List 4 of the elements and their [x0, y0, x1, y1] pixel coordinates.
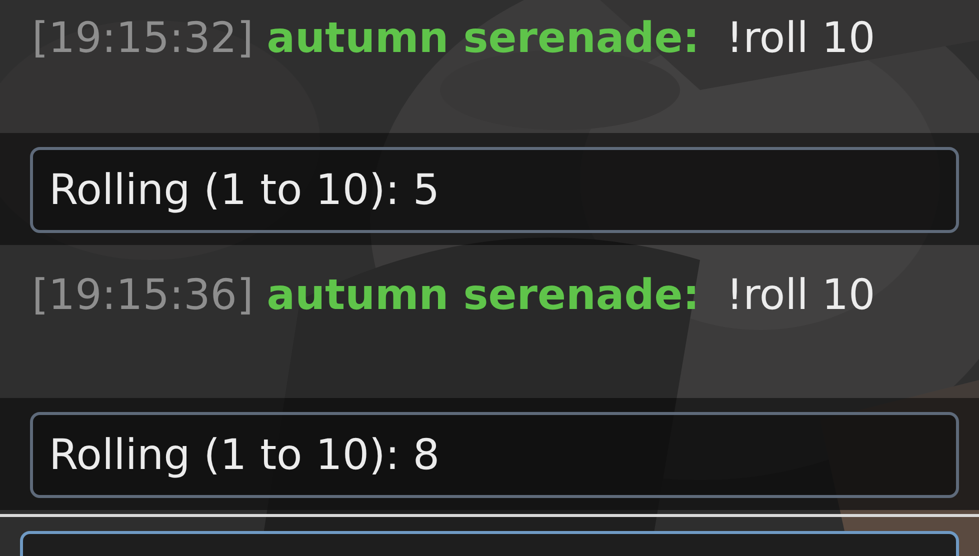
chat-message: [19:15:32] autumn serenade: !roll 10	[32, 12, 876, 64]
bot-reply: Rolling (1 to 10): 5	[30, 147, 959, 233]
chat-message: [19:15:36] autumn serenade: !roll 10	[32, 269, 876, 321]
bot-reply: Rolling (1 to 10): 8	[30, 412, 959, 498]
